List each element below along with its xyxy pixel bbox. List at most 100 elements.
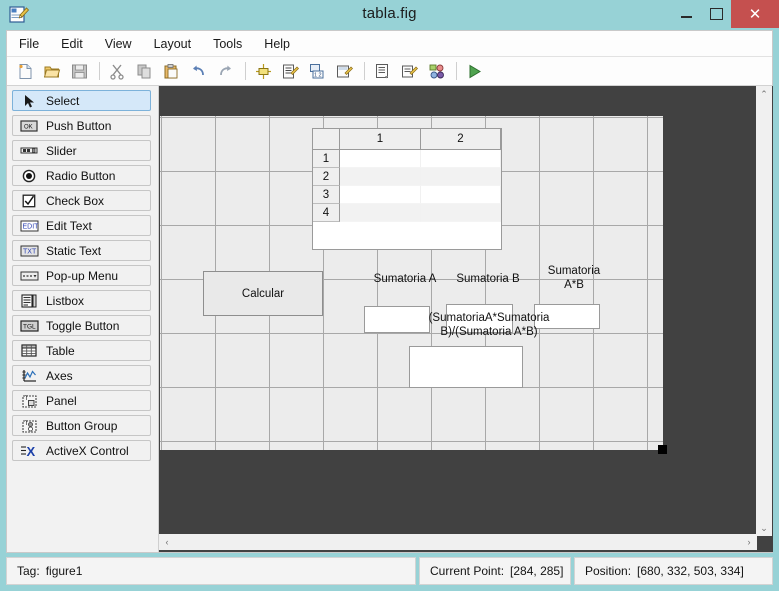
menu-view[interactable]: View bbox=[95, 34, 142, 54]
window-title: tabla.fig bbox=[362, 5, 417, 22]
table-corner-header bbox=[313, 129, 340, 150]
table-column-header-2[interactable]: 2 bbox=[421, 129, 501, 150]
status-current-point-panel: Current Point: [284, 285] bbox=[419, 557, 571, 585]
palette-item-listbox[interactable]: Listbox bbox=[12, 290, 151, 311]
maximize-button[interactable] bbox=[701, 0, 731, 28]
palette-item-table[interactable]: Table bbox=[12, 340, 151, 361]
table-row-header-1[interactable]: 1 bbox=[313, 150, 340, 168]
table-cell[interactable] bbox=[340, 204, 421, 222]
redo-icon[interactable] bbox=[213, 59, 237, 83]
sumatoria-ab-label-text: Sumatoria A*B bbox=[547, 265, 601, 291]
palette-item-select[interactable]: Select bbox=[12, 90, 151, 111]
table-row-header-3[interactable]: 3 bbox=[313, 186, 340, 204]
table-cell[interactable] bbox=[421, 168, 501, 186]
palette-label: Select bbox=[46, 93, 80, 108]
palette-item-check-box[interactable]: Check Box bbox=[12, 190, 151, 211]
tab-order-editor-icon[interactable]: 1 2 bbox=[305, 59, 329, 83]
palette-item-radio-button[interactable]: Radio Button bbox=[12, 165, 151, 186]
table-row-header-2[interactable]: 2 bbox=[313, 168, 340, 186]
scroll-left-arrow[interactable]: ‹ bbox=[159, 534, 175, 550]
svg-text:EDIT: EDIT bbox=[22, 223, 39, 230]
menu-tools[interactable]: Tools bbox=[203, 34, 252, 54]
copy-icon[interactable] bbox=[132, 59, 156, 83]
table-column-header-1[interactable]: 1 bbox=[340, 129, 421, 150]
window-body: File Edit View Layout Tools Help 1 2 Sel… bbox=[6, 30, 773, 553]
toolbar-editor-icon[interactable] bbox=[332, 59, 356, 83]
status-position-label: Position: bbox=[585, 564, 632, 578]
panel-icon: T bbox=[19, 393, 39, 409]
palette-item-panel[interactable]: T Panel bbox=[12, 390, 151, 411]
minimize-icon bbox=[680, 16, 692, 18]
menu-help[interactable]: Help bbox=[254, 34, 300, 54]
new-figure-icon[interactable] bbox=[13, 59, 37, 83]
ratio-edit[interactable] bbox=[409, 346, 523, 388]
menu-edit[interactable]: Edit bbox=[51, 34, 93, 54]
button-group-icon: T bbox=[19, 418, 39, 434]
run-icon[interactable] bbox=[462, 59, 486, 83]
table-cell[interactable] bbox=[340, 186, 421, 204]
scroll-down-arrow[interactable]: ⌄ bbox=[756, 520, 772, 536]
table-cell[interactable] bbox=[421, 186, 501, 204]
table-cell[interactable] bbox=[421, 150, 501, 168]
palette-label: Axes bbox=[46, 368, 73, 383]
cut-icon[interactable] bbox=[105, 59, 129, 83]
palette-item-popup-menu[interactable]: Pop-up Menu bbox=[12, 265, 151, 286]
component-palette: Select OK Push Button Slider Radio Butto… bbox=[7, 86, 159, 552]
canvas-vertical-scrollbar[interactable]: ⌃ ⌄ bbox=[756, 86, 772, 536]
close-button[interactable]: ✕ bbox=[731, 0, 779, 28]
palette-item-activex-control[interactable]: X ActiveX Control bbox=[12, 440, 151, 461]
table-cell[interactable] bbox=[340, 150, 421, 168]
menu-layout[interactable]: Layout bbox=[144, 34, 202, 54]
palette-item-slider[interactable]: Slider bbox=[12, 140, 151, 161]
status-tag-label: Tag: bbox=[17, 564, 40, 578]
palette-label: Button Group bbox=[46, 418, 118, 433]
palette-label: Toggle Button bbox=[46, 318, 120, 333]
palette-label: Table bbox=[46, 343, 75, 358]
palette-item-toggle-button[interactable]: TGL Toggle Button bbox=[12, 315, 151, 336]
canvas-horizontal-scrollbar[interactable]: ‹ › bbox=[159, 534, 757, 550]
svg-text:TGL: TGL bbox=[23, 323, 36, 330]
minimize-button[interactable] bbox=[671, 0, 701, 28]
table-row-header-4[interactable]: 4 bbox=[313, 204, 340, 222]
sumatoria-b-label[interactable]: Sumatoria B bbox=[446, 268, 530, 290]
m-file-editor-icon[interactable] bbox=[370, 59, 394, 83]
sumatoria-ab-label[interactable]: Sumatoria A*B bbox=[532, 261, 616, 295]
open-folder-icon[interactable] bbox=[40, 59, 64, 83]
scroll-right-arrow[interactable]: › bbox=[741, 534, 757, 550]
svg-text:2: 2 bbox=[318, 72, 321, 78]
design-canvas[interactable]: 1 2 1 2 3 4 Calcular Sumatoria A Sumator… bbox=[159, 86, 773, 552]
menu-file[interactable]: File bbox=[9, 34, 49, 54]
paste-icon[interactable] bbox=[159, 59, 183, 83]
calcular-button[interactable]: Calcular bbox=[203, 271, 323, 316]
palette-item-button-group[interactable]: T Button Group bbox=[12, 415, 151, 436]
palette-item-static-text[interactable]: TXT Static Text bbox=[12, 240, 151, 261]
figure-surface[interactable]: 1 2 1 2 3 4 Calcular Sumatoria A Sumator… bbox=[160, 116, 667, 454]
property-inspector-icon[interactable] bbox=[397, 59, 421, 83]
save-icon[interactable] bbox=[67, 59, 91, 83]
table-cell[interactable] bbox=[340, 168, 421, 186]
svg-text:1: 1 bbox=[314, 72, 317, 78]
palette-item-axes[interactable]: Axes bbox=[12, 365, 151, 386]
figure-resize-handle[interactable] bbox=[658, 445, 667, 454]
separator-3 bbox=[364, 62, 365, 80]
align-objects-icon[interactable] bbox=[251, 59, 275, 83]
undo-icon[interactable] bbox=[186, 59, 210, 83]
object-browser-icon[interactable] bbox=[424, 59, 448, 83]
listbox-icon bbox=[19, 293, 39, 309]
menu-editor-icon[interactable] bbox=[278, 59, 302, 83]
separator-1 bbox=[99, 62, 100, 80]
palette-label: Check Box bbox=[46, 193, 105, 208]
status-tag-panel: Tag: figure1 bbox=[6, 557, 416, 585]
radio-button-icon bbox=[19, 168, 39, 184]
svg-text:OK: OK bbox=[24, 124, 33, 130]
toolbar: 1 2 bbox=[7, 57, 772, 86]
palette-label: ActiveX Control bbox=[46, 443, 129, 458]
table-cell[interactable] bbox=[421, 204, 501, 222]
palette-item-edit-text[interactable]: EDIT Edit Text bbox=[12, 215, 151, 236]
palette-label: Slider bbox=[46, 143, 77, 158]
sumatoria-a-label[interactable]: Sumatoria A bbox=[363, 268, 447, 290]
uitable-widget[interactable]: 1 2 1 2 3 4 bbox=[312, 128, 502, 250]
scroll-up-arrow[interactable]: ⌃ bbox=[756, 86, 772, 102]
ratio-label[interactable]: (SumatoriaA*Sumatoria B)/(Sumatoria A*B) bbox=[409, 308, 569, 342]
palette-item-push-button[interactable]: OK Push Button bbox=[12, 115, 151, 136]
